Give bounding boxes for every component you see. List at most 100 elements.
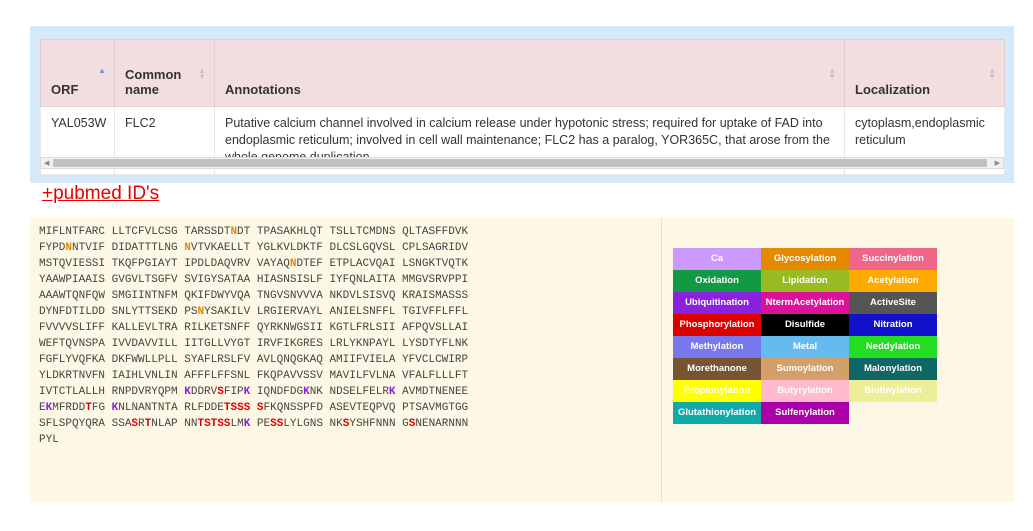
sequence-segment: FGFLYVQFKA DKFWWLLPLL SYAFLRSLFV AVLQNQG… bbox=[39, 354, 469, 366]
sequence-line: PYL bbox=[39, 432, 468, 448]
sequence-segment: VTVKAELLT YGLKVLDKTF DLCSLGQVSL CPLSAGRI… bbox=[190, 242, 469, 254]
sequence-segment: FG bbox=[91, 402, 112, 414]
results-table-panel: ORF ▲ Common name ▲ ▼ Annotations ▲ ▼ Loca… bbox=[30, 26, 1014, 183]
header-common-name-label: Common name bbox=[125, 67, 182, 97]
legend-item: Propionylation bbox=[673, 380, 761, 402]
sequence-line: FYPDNNTVIF DIDATTTLNG NVTVKAELLT YGLKVLD… bbox=[39, 240, 468, 256]
modified-residue: TSSS bbox=[223, 402, 251, 414]
legend-item: Oxidation bbox=[673, 270, 761, 292]
sequence-line: WEFTQVNSPA IVVDAVVILL IITGLLVYGT IRVFIKG… bbox=[39, 336, 468, 352]
sequence-segment: YSHFNNN G bbox=[349, 418, 409, 430]
sequence-segment: MFRDD bbox=[52, 402, 86, 414]
sequence-line: FVVVVSLIFF KALLEVLTRA RILKETSNFF QYRKNWG… bbox=[39, 320, 468, 336]
legend-item: Sumoylation bbox=[761, 358, 849, 380]
header-orf[interactable]: ORF ▲ bbox=[40, 39, 115, 107]
modified-residue: SS bbox=[270, 418, 284, 430]
sequence-segment: FYPD bbox=[39, 242, 66, 254]
sequence-line: YAAWPIAAIS GVGVLTSGFV SVIGYSATAA HIASNSI… bbox=[39, 272, 468, 288]
sequence-segment: PE bbox=[250, 418, 271, 430]
legend-item: Glycosylation bbox=[761, 248, 849, 270]
modified-residue: K bbox=[388, 386, 396, 398]
sequence-segment: NK NDSELFELR bbox=[309, 386, 389, 398]
header-common-name[interactable]: Common name ▲ ▼ bbox=[114, 39, 215, 107]
sequence-segment: FIP bbox=[223, 386, 244, 398]
panel-divider bbox=[661, 218, 662, 502]
legend-item: Sulfenylation bbox=[761, 402, 849, 424]
sequence-segment: LM bbox=[230, 418, 244, 430]
sort-asc-icon[interactable]: ▲ bbox=[98, 67, 106, 75]
results-table: ORF ▲ Common name ▲ ▼ Annotations ▲ ▼ Loca… bbox=[40, 39, 1005, 175]
sequence-segment: SFLSPQYQRA SSA bbox=[39, 418, 132, 430]
sequence-line: SFLSPQYQRA SSASRTNLAP NNTSTSSLMK PESSLYL… bbox=[39, 416, 468, 432]
pubmed-ids-link[interactable]: +pubmed ID's bbox=[42, 183, 159, 205]
legend-item: Lipidation bbox=[761, 270, 849, 292]
modified-residue: T bbox=[85, 402, 92, 414]
sequence-segment: DYNFDTILDD SNLYTTSEKD PS bbox=[39, 306, 198, 318]
legend-item: Nitration bbox=[849, 314, 937, 336]
sequence-segment: MIFLNTFARC LLTCFVLCSG TARSSDT bbox=[39, 226, 231, 238]
sequence-segment: YAAWPIAAIS GVGVLTSGFV SVIGYSATAA HIASNSI… bbox=[39, 274, 469, 286]
sequence-segment: DT TPASAKHLQT TSLLTCMDNS QLTASFFDVK bbox=[237, 226, 469, 238]
sequence-segment: PYL bbox=[39, 434, 59, 446]
sequence-segment: DTEF ETPLACVQAI LSNGKTVQTK bbox=[296, 258, 469, 270]
sequence-segment: MSTQVIESSI TKQFPGIAYT IPDLDAQVRV VAYAQ bbox=[39, 258, 290, 270]
horizontal-scrollbar[interactable]: ◀ ▶ bbox=[40, 157, 1004, 169]
modified-residue: N bbox=[184, 242, 191, 254]
legend-item: Ca bbox=[673, 248, 761, 270]
header-annotations-label: Annotations bbox=[225, 82, 301, 97]
sequence-line: DYNFDTILDD SNLYTTSEKD PSNYSAKILV LRGIERV… bbox=[39, 304, 468, 320]
sequence-segment: LYLGNS NK bbox=[283, 418, 343, 430]
modification-legend: Ca Glycosylation Succinylation Oxidation Lip… bbox=[673, 248, 937, 424]
sort-icon[interactable]: ▲ ▼ bbox=[198, 67, 206, 81]
legend-item: Disulfide bbox=[761, 314, 849, 336]
scroll-left-arrow-icon[interactable]: ◀ bbox=[44, 159, 49, 167]
sequence-segment: NLAP NN bbox=[151, 418, 198, 430]
sequence-panel: MIFLNTFARC LLTCFVLCSG TARSSDT N DT TPASAKH… bbox=[30, 218, 1014, 502]
sort-icon[interactable]: ▲ ▼ bbox=[828, 67, 836, 81]
sequence-segment bbox=[250, 402, 257, 414]
legend-item: NtermAcetylation bbox=[761, 292, 849, 314]
sequence-line: EKMFRDDTFG KNLNANTNTA RLFDDETSSS SFKQNSS… bbox=[39, 400, 468, 416]
legend-item: Malonylation bbox=[849, 358, 937, 380]
sequence-line: YLDKRTNVFN IAIHLVNLIN AFFFLFFSNL FKQPAVV… bbox=[39, 368, 468, 384]
sequence-line: MIFLNTFARC LLTCFVLCSG TARSSDTNDT TPASAKH… bbox=[39, 224, 468, 240]
protein-sequence: MIFLNTFARC LLTCFVLCSG TARSSDT N DT TPASAKH… bbox=[39, 224, 468, 448]
modified-residue: S bbox=[256, 402, 264, 414]
legend-item: Succinylation bbox=[849, 248, 937, 270]
sequence-line: FGFLYVQFKA DKFWWLLPLL SYAFLRSLFV AVLQNQG… bbox=[39, 352, 468, 368]
sequence-segment: IVTCTLALLH RNPDVRYQPM bbox=[39, 386, 185, 398]
modified-residue: K bbox=[184, 386, 191, 398]
sequence-segment: R bbox=[138, 418, 145, 430]
sort-icon[interactable]: ▲ ▼ bbox=[988, 67, 996, 81]
sequence-segment: NENARNNN bbox=[415, 418, 469, 430]
modified-residue: K bbox=[303, 386, 310, 398]
header-annotations[interactable]: Annotations ▲ ▼ bbox=[214, 39, 845, 107]
modified-residue: TSTSS bbox=[197, 418, 231, 430]
sequence-segment: FVVVVSLIFF KALLEVLTRA RILKETSNFF QYRKNWG… bbox=[39, 322, 469, 334]
sequence-line: AAAWTQNFQW SMGIINTNFM QKIFDWYVQA TNGVSNV… bbox=[39, 288, 468, 304]
legend-item: ActiveSite bbox=[849, 292, 937, 314]
legend-item: Morethanone bbox=[673, 358, 761, 380]
legend-item: Glutathionylation bbox=[673, 402, 761, 424]
legend-item: Acetylation bbox=[849, 270, 937, 292]
scroll-right-arrow-icon[interactable]: ▶ bbox=[995, 159, 1000, 167]
legend-item: Phosphorylation bbox=[673, 314, 761, 336]
legend-item: Ubiquitination bbox=[673, 292, 761, 314]
sequence-line: MSTQVIESSI TKQFPGIAYT IPDLDAQVRV VAYAQND… bbox=[39, 256, 468, 272]
legend-item: Biotinylation bbox=[849, 380, 937, 402]
header-orf-label: ORF bbox=[51, 82, 79, 97]
sequence-segment: NLNANTNTA RLFDDE bbox=[118, 402, 224, 414]
sequence-segment: AVMDTNENEE bbox=[395, 386, 469, 398]
legend-item: Butyrylation bbox=[761, 380, 849, 402]
modified-residue: S bbox=[217, 386, 224, 398]
sequence-segment: AAAWTQNFQW SMGIINTNFM QKIFDWYVQA TNGVSNV… bbox=[39, 290, 469, 302]
legend-item: Metal bbox=[761, 336, 849, 358]
table-header-row: ORF ▲ Common name ▲ ▼ Annotations ▲ ▼ Loca… bbox=[40, 39, 1005, 107]
legend-item: Methylation bbox=[673, 336, 761, 358]
sequence-segment: WEFTQVNSPA IVVDAVVILL IITGLLVYGT IRVFIKG… bbox=[39, 338, 469, 350]
sequence-segment: DDRV bbox=[190, 386, 218, 398]
header-localization[interactable]: Localization ▲ ▼ bbox=[844, 39, 1005, 107]
sequence-segment: YLDKRTNVFN IAIHLVNLIN AFFFLFFSNL FKQPAVV… bbox=[39, 370, 469, 382]
scrollbar-thumb[interactable] bbox=[53, 159, 987, 167]
legend-item: Neddylation bbox=[849, 336, 937, 358]
